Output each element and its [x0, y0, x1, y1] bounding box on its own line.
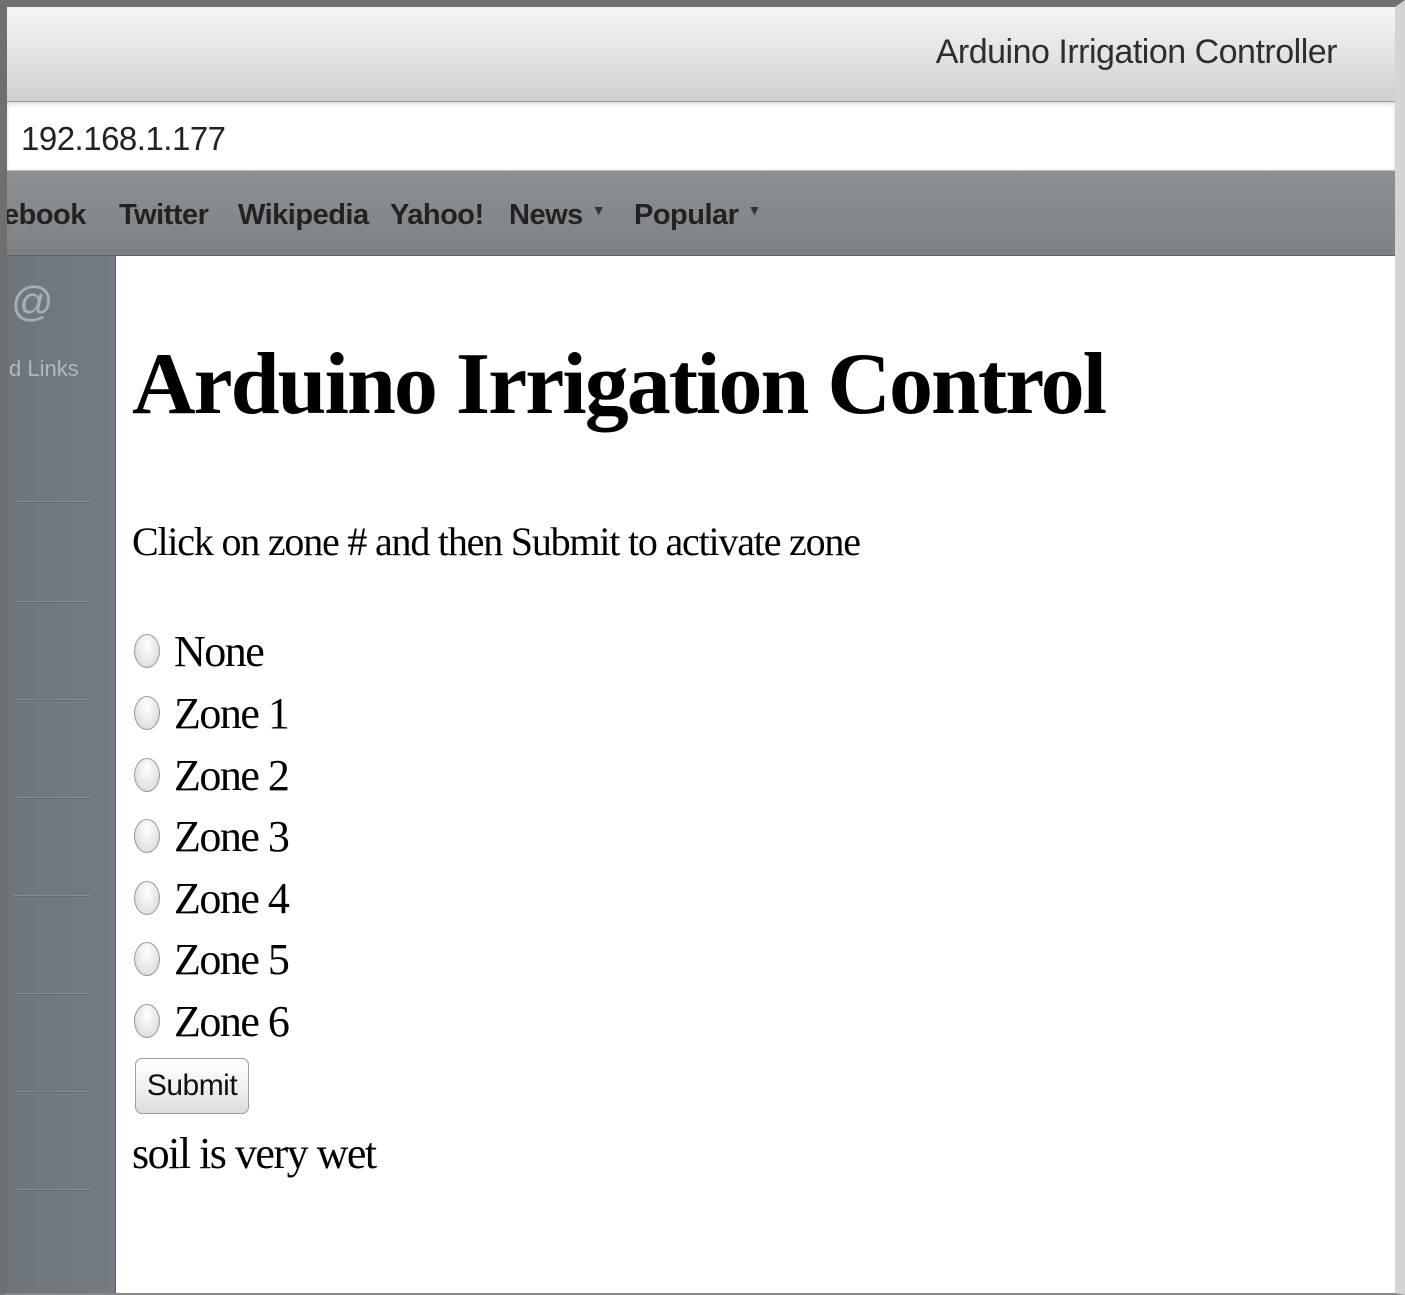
sidebar-links-label[interactable]: d Links — [9, 356, 79, 382]
dropdown-caret-icon: ▼ — [747, 202, 761, 219]
option-label: Zone 5 — [174, 934, 290, 984]
radio-button[interactable] — [134, 634, 160, 668]
sidebar-divider — [13, 895, 91, 897]
bookmark-wikipedia[interactable]: Wikipedia — [238, 199, 369, 232]
bookmark-label: ebook — [3, 199, 86, 231]
browser-window: Arduino Irrigation Controller 192.168.1.… — [0, 0, 1405, 1295]
option-label: Zone 4 — [174, 873, 290, 923]
radio-button[interactable] — [134, 819, 160, 853]
bookmark-facebook[interactable]: ebook — [3, 199, 86, 232]
bookmark-label: Popular — [634, 199, 739, 231]
sidebar-divider — [13, 601, 91, 603]
zone-option-1[interactable]: Zone 1 — [134, 685, 290, 741]
option-label: Zone 6 — [174, 996, 290, 1046]
bookmark-label: Twitter — [119, 199, 209, 231]
bookmark-news-menu[interactable]: News ▼ — [509, 199, 606, 232]
address-bar[interactable]: 192.168.1.177 — [7, 102, 1395, 172]
option-label: Zone 1 — [174, 688, 290, 738]
title-bar: Arduino Irrigation Controller — [7, 7, 1395, 102]
radio-button[interactable] — [134, 881, 160, 915]
address-url[interactable]: 192.168.1.177 — [21, 120, 226, 158]
bookmark-label: News — [509, 199, 583, 231]
window-title: Arduino Irrigation Controller — [935, 33, 1338, 71]
sidebar-divider — [13, 699, 91, 701]
dropdown-caret-icon: ▼ — [591, 202, 606, 219]
sidebar-divider — [13, 1091, 91, 1093]
zone-option-2[interactable]: Zone 2 — [134, 747, 290, 803]
page-title: Arduino Irrigation Control — [132, 336, 1107, 433]
option-label: Zone 2 — [174, 750, 290, 800]
radio-button[interactable] — [134, 758, 160, 792]
radio-button[interactable] — [134, 1004, 160, 1038]
sidebar-divider — [13, 993, 91, 995]
zone-option-3[interactable]: Zone 3 — [134, 808, 290, 864]
bookmark-popular-menu[interactable]: Popular ▼ — [634, 199, 761, 232]
bookmark-yahoo[interactable]: Yahoo! — [390, 199, 484, 232]
zone-option-5[interactable]: Zone 5 — [134, 931, 290, 987]
radio-button[interactable] — [134, 942, 160, 976]
instructions-text: Click on zone # and then Submit to activ… — [132, 519, 861, 564]
soil-status-text: soil is very wet — [132, 1129, 377, 1178]
bookmark-twitter[interactable]: Twitter — [119, 199, 209, 232]
sidebar: @ d Links — [7, 256, 116, 1293]
at-icon[interactable]: @ — [11, 278, 54, 326]
bookmark-label: Wikipedia — [238, 199, 369, 231]
zone-option-none[interactable]: None — [134, 623, 265, 679]
radio-button[interactable] — [134, 696, 160, 730]
sidebar-divider — [13, 501, 91, 503]
submit-button[interactable]: Submit — [135, 1058, 249, 1114]
page-content: Arduino Irrigation Control Click on zone… — [132, 256, 1395, 1293]
sidebar-divider — [13, 1189, 91, 1191]
zone-option-6[interactable]: Zone 6 — [134, 993, 290, 1049]
sidebar-divider — [13, 797, 91, 799]
zone-option-4[interactable]: Zone 4 — [134, 870, 290, 926]
bookmark-label: Yahoo! — [390, 199, 484, 231]
bookmarks-bar: ebook Twitter Wikipedia Yahoo! News ▼ Pop… — [7, 171, 1395, 256]
option-label: None — [174, 626, 265, 676]
option-label: Zone 3 — [174, 811, 290, 861]
